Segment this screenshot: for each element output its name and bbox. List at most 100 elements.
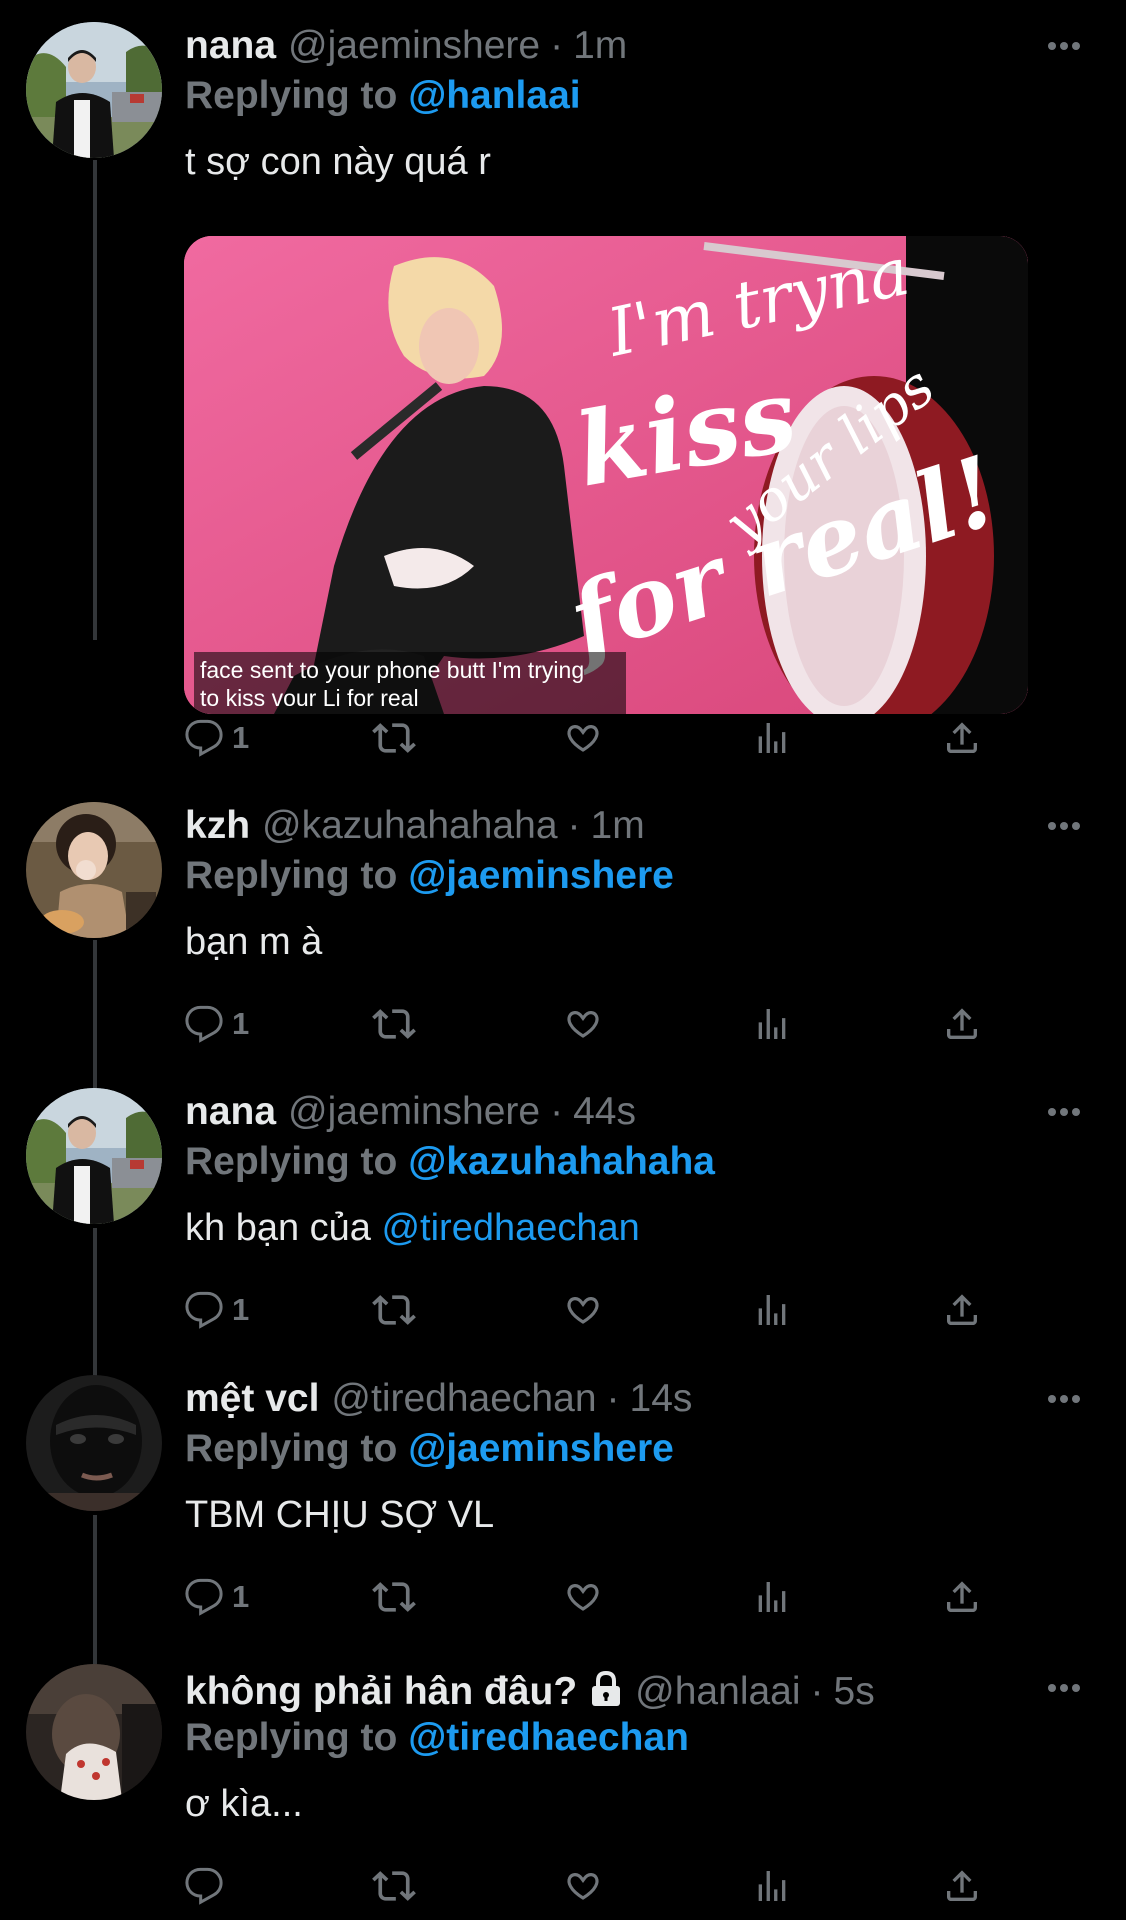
tweet-text: bạn m à (185, 921, 323, 963)
more-icon[interactable] (1040, 1668, 1088, 1708)
display-name[interactable]: kzh (185, 804, 250, 848)
timestamp[interactable]: 5s (834, 1670, 875, 1714)
analytics-button[interactable] (752, 1286, 792, 1334)
timestamp[interactable]: 44s (573, 1090, 636, 1134)
like-icon (567, 1011, 599, 1038)
reply-icon (185, 719, 223, 757)
tweet[interactable]: nana @jaeminshere · 44s Replying to @kaz… (0, 1088, 1126, 1338)
share-button[interactable] (942, 1000, 982, 1048)
more-icon[interactable] (1040, 26, 1088, 66)
analytics-button[interactable] (752, 714, 792, 762)
more-icon[interactable] (1040, 1092, 1088, 1132)
video-caption: face sent to your phone butt I'm trying … (194, 652, 626, 714)
tweet[interactable]: kzh @kazuhahahaha · 1m Replying to @jaem… (0, 802, 1126, 1052)
retweet-button[interactable] (372, 1573, 416, 1621)
tweet[interactable]: không phải hân đâu? @hanlaai · 5s Replyi… (0, 1664, 1126, 1920)
tweet-text-mention[interactable]: @tiredhaechan (381, 1207, 639, 1249)
share-icon (947, 722, 977, 753)
avatar[interactable] (26, 1088, 162, 1224)
tweet-actions: 1 (184, 1573, 1004, 1621)
user-handle[interactable]: @jaeminshere (288, 1090, 540, 1134)
replying-to: Replying to @jaeminshere (185, 854, 674, 898)
retweet-button[interactable] (372, 1286, 416, 1334)
user-handle[interactable]: @jaeminshere (288, 24, 540, 68)
retweet-button[interactable] (372, 1000, 416, 1048)
share-button[interactable] (942, 1286, 982, 1334)
replying-to-mention[interactable]: @jaeminshere (408, 854, 674, 897)
user-handle[interactable]: @hanlaai (635, 1670, 800, 1714)
like-button[interactable] (562, 1286, 604, 1334)
timestamp[interactable]: 1m (573, 24, 627, 68)
tweet-thread: nana @jaeminshere · 1m Replying to @hanl… (0, 0, 1126, 1920)
reply-button[interactable] (184, 1862, 232, 1910)
reply-button[interactable]: 1 (184, 1573, 249, 1621)
share-button[interactable] (942, 1573, 982, 1621)
share-button[interactable] (942, 714, 982, 762)
separator-dot: · (567, 804, 581, 847)
separator-dot: · (606, 1377, 620, 1420)
tweet-media-video[interactable]: I'm tryna kiss your lips for real! face … (184, 236, 1028, 714)
retweet-button[interactable] (372, 1862, 416, 1910)
replying-to-mention[interactable]: @tiredhaechan (408, 1716, 689, 1759)
replying-to-label: Replying to (185, 1716, 398, 1759)
like-button[interactable] (562, 1573, 604, 1621)
tweet-actions: 1 (184, 1286, 1004, 1334)
replying-to-mention[interactable]: @hanlaai (408, 74, 580, 117)
timestamp[interactable]: 14s (630, 1377, 693, 1421)
reply-button[interactable]: 1 (184, 714, 249, 762)
like-button[interactable] (562, 714, 604, 762)
display-name[interactable]: mệt vcl (185, 1377, 319, 1421)
user-handle[interactable]: @tiredhaechan (331, 1377, 596, 1421)
tweet[interactable]: nana @jaeminshere · 1m Replying to @hanl… (0, 22, 1126, 762)
tweet-text: t sợ con này quá r (185, 141, 491, 183)
reply-button[interactable]: 1 (184, 1286, 249, 1334)
tweet-header: không phải hân đâu? @hanlaai · 5s (185, 1666, 875, 1713)
replying-to-label: Replying to (185, 1427, 398, 1470)
reply-icon (185, 1578, 223, 1616)
analytics-button[interactable] (752, 1000, 792, 1048)
retweet-icon (372, 1009, 416, 1039)
replying-to: Replying to @jaeminshere (185, 1427, 674, 1471)
timestamp[interactable]: 1m (591, 804, 645, 848)
reply-count: 1 (232, 1292, 250, 1327)
analytics-icon (758, 1582, 786, 1612)
analytics-button[interactable] (752, 1573, 792, 1621)
display-name[interactable]: nana (185, 1090, 276, 1134)
analytics-button[interactable] (752, 1862, 792, 1910)
reply-count: 1 (232, 1006, 250, 1041)
display-name[interactable]: nana (185, 24, 276, 68)
analytics-icon (758, 1295, 786, 1325)
more-icon[interactable] (1040, 806, 1088, 846)
replying-to-label: Replying to (185, 74, 398, 117)
retweet-icon (372, 723, 416, 753)
user-handle[interactable]: @kazuhahahaha (262, 804, 558, 848)
reply-button[interactable]: 1 (184, 1000, 249, 1048)
tweet-header: nana @jaeminshere · 1m (185, 24, 627, 68)
avatar[interactable] (26, 802, 162, 938)
avatar[interactable] (26, 1375, 162, 1511)
tweet[interactable]: mệt vcl @tiredhaechan · 14s Replying to … (0, 1375, 1126, 1625)
display-name[interactable]: không phải hân đâu? (185, 1670, 577, 1714)
reply-icon (185, 1291, 223, 1329)
more-icon[interactable] (1040, 1379, 1088, 1419)
share-icon (947, 1581, 977, 1612)
retweet-icon (372, 1582, 416, 1612)
retweet-icon (372, 1295, 416, 1325)
share-button[interactable] (942, 1862, 982, 1910)
replying-to-mention[interactable]: @kazuhahahaha (408, 1140, 715, 1183)
reply-count: 1 (232, 720, 250, 755)
like-button[interactable] (562, 1862, 604, 1910)
reply-icon (185, 1005, 223, 1043)
caption-line: face sent to your phone butt I'm trying (200, 657, 585, 683)
retweet-button[interactable] (372, 714, 416, 762)
replying-to-mention[interactable]: @jaeminshere (408, 1427, 674, 1470)
tweet-actions: 1 (184, 714, 1004, 762)
analytics-icon (758, 1871, 786, 1901)
replying-to: Replying to @kazuhahahaha (185, 1140, 715, 1184)
reply-count: 1 (232, 1579, 250, 1614)
avatar[interactable] (26, 1664, 162, 1800)
tweet-header: nana @jaeminshere · 44s (185, 1090, 636, 1134)
like-button[interactable] (562, 1000, 604, 1048)
tweet-text: ơ kìa... (185, 1783, 303, 1825)
avatar[interactable] (26, 22, 162, 158)
